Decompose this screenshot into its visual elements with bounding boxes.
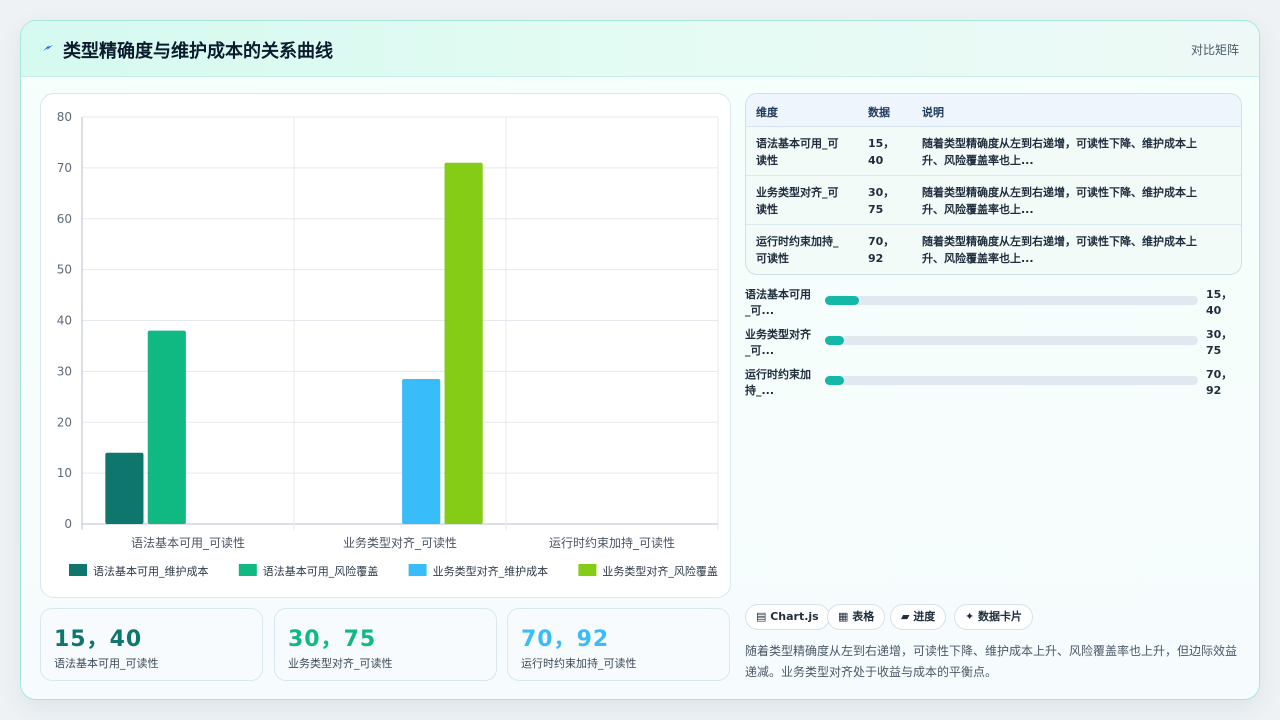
y-tick-label: 10	[57, 466, 72, 480]
legend-swatch	[238, 564, 257, 576]
x-tick-label: 语法基本可用_可读性	[131, 536, 245, 550]
cell-dimension: 业务类型对齐_可 读性	[756, 186, 839, 216]
stat-card-2: 30，75 业务类型对齐_可读性	[274, 608, 497, 681]
stat-label: 业务类型对齐_可读性	[288, 657, 393, 670]
stat-value: 70，92	[521, 627, 610, 652]
lightning-icon	[43, 45, 53, 51]
y-tick-label: 60	[57, 212, 72, 226]
legend-swatch	[578, 564, 597, 576]
stat-label: 语法基本可用_可读性	[54, 657, 159, 670]
table-header: 维度 数据 说明	[746, 94, 1241, 127]
x-tick-label: 运行时约束加持_可读性	[549, 535, 675, 550]
cell-description: 随着类型精确度从左到右递增，可读性下降、维护成本上 升、风险覆盖率也上...	[922, 235, 1197, 265]
table-row: 语法基本可用_可 读性 15， 40 随着类型精确度从左到右递增，可读性下降、维护成…	[746, 127, 1241, 176]
progress-label: 语法基本可用 _可...	[745, 288, 811, 317]
stat-label: 运行时约束加持_可读性	[521, 657, 637, 670]
chip-progress[interactable]: ▰ 进度	[890, 604, 947, 630]
legend-label: 语法基本可用_风险覆盖	[263, 564, 379, 578]
legend-label: 业务类型对齐_风险覆盖	[602, 564, 718, 578]
column-header-description: 说明	[922, 106, 944, 119]
cell-description: 随着类型精确度从左到右递增，可读性下降、维护成本上 升、风险覆盖率也上...	[922, 137, 1197, 167]
stat-card-3: 70，92 运行时约束加持_可读性	[507, 608, 730, 681]
bar	[105, 452, 144, 524]
summary-text: 随着类型精确度从左到右递增，可读性下降、维护成本上升、风险覆盖率也上升，但边际效…	[745, 644, 1238, 679]
progress-track	[825, 336, 1198, 345]
table-row: 业务类型对齐_可 读性 30， 75 随着类型精确度从左到右递增，可读性下降、维护成…	[746, 176, 1241, 225]
cell-dimension: 运行时约束加持_ 可读性	[756, 235, 839, 265]
progress-label: 运行时约束加 持_...	[745, 368, 811, 397]
progress-value: 30， 75	[1206, 328, 1233, 357]
chip-table[interactable]: ▦ 表格	[827, 604, 886, 630]
progress-row: 语法基本可用 _可... 15， 40	[745, 287, 1245, 321]
cell-data: 15， 40	[868, 137, 895, 167]
cell-description: 随着类型精确度从左到右递增，可读性下降、维护成本上 升、风险覆盖率也上...	[922, 186, 1197, 216]
column-header-dimension: 维度	[756, 106, 778, 119]
progress-track	[825, 376, 1198, 385]
progress-fill	[825, 296, 859, 305]
bar	[444, 162, 483, 524]
compare-matrix-link[interactable]: 对比矩阵	[1191, 41, 1239, 58]
y-tick-label: 40	[57, 314, 72, 328]
data-table: 维度 数据 说明 语法基本可用_可 读性 15， 40 随着类型精确度从左到右递增，…	[745, 93, 1242, 275]
main-card: 类型精确度与维护成本的关系曲线 对比矩阵 0 10 20 30 40 50 60 70 80 语法…	[20, 20, 1260, 700]
progress-value: 15， 40	[1206, 288, 1233, 317]
chart-panel: 0 10 20 30 40 50 60 70 80 语法基本可用_可读性 业务类型对齐_可读性 运行时…	[40, 93, 731, 598]
stat-card-1: 15，40 语法基本可用_可读性	[40, 608, 263, 681]
cell-dimension: 语法基本可用_可 读性	[756, 137, 839, 167]
y-tick-label: 30	[57, 364, 72, 378]
chip-data-cards[interactable]: ✦ 数据卡片	[954, 604, 1034, 630]
progress-track	[825, 296, 1198, 305]
table-row: 运行时约束加持_ 可读性 70， 92 随着类型精确度从左到右递增，可读性下降、维护…	[746, 225, 1241, 274]
progress-label: 业务类型对齐 _可...	[745, 328, 811, 357]
y-tick-label: 70	[57, 161, 72, 175]
header: 类型精确度与维护成本的关系曲线 对比矩阵	[21, 21, 1259, 77]
stat-value: 30，75	[288, 627, 377, 652]
bar	[402, 379, 441, 524]
progress-fill	[825, 376, 844, 385]
y-tick-label: 50	[57, 263, 72, 277]
y-tick-label: 0	[64, 517, 72, 531]
legend-swatch	[69, 564, 87, 576]
bar	[147, 330, 186, 524]
bar-chart: 0 10 20 30 40 50 60 70 80 语法基本可用_可读性 业务类型对齐_可读性 运行时…	[57, 110, 719, 578]
legend-label: 业务类型对齐_维护成本	[433, 564, 548, 578]
progress-value: 70， 92	[1206, 368, 1233, 397]
legend-label: 语法基本可用_维护成本	[93, 564, 209, 578]
progress-fill	[825, 336, 844, 345]
column-header-data: 数据	[868, 106, 890, 119]
legend-swatch	[408, 564, 427, 576]
progress-row: 运行时约束加 持_... 70， 92	[745, 367, 1245, 401]
x-tick-label: 业务类型对齐_可读性	[343, 535, 457, 550]
progress-row: 业务类型对齐 _可... 30， 75	[745, 327, 1245, 361]
page-title: 类型精确度与维护成本的关系曲线	[63, 41, 333, 62]
cell-data: 30， 75	[868, 186, 895, 216]
y-tick-label: 80	[57, 110, 72, 124]
cell-data: 70， 92	[868, 235, 895, 265]
y-tick-label: 20	[57, 415, 72, 429]
chip-chartjs[interactable]: ▤ Chart.js	[745, 604, 830, 630]
stat-value: 15，40	[54, 627, 143, 652]
